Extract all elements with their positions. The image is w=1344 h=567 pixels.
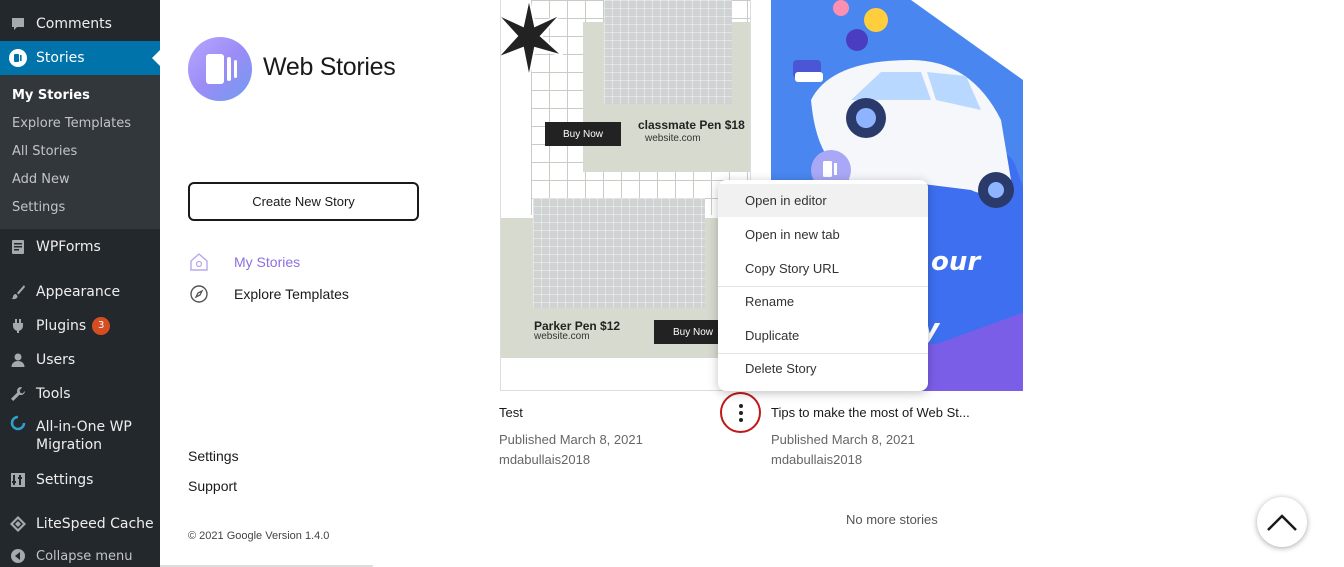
sidebar-item-litespeed-cache[interactable]: LiteSpeed Cache [0,510,160,538]
sidebar-item-users[interactable]: Users [0,346,160,374]
product-name: classmate Pen $18 [638,118,745,132]
create-new-story-button[interactable]: Create New Story [188,182,419,221]
product-site: website.com [534,331,590,342]
story-published-date: Published March 8, 2021 [771,432,915,447]
sidebar-item-label: WPForms [36,239,101,255]
sparkle-graphic [501,0,564,79]
product-site: website.com [645,133,701,144]
cover-text: our [931,247,982,277]
no-more-stories-text: No more stories [846,512,938,527]
submenu-item-explore-templates[interactable]: Explore Templates [12,116,131,131]
nav-label: My Stories [234,254,301,270]
product-photo [533,198,705,308]
submenu-item-my-stories[interactable]: My Stories [12,88,90,103]
sidebar-item-label: Plugins [36,318,87,334]
story-author: mdabullais2018 [499,452,591,467]
nav-my-stories[interactable]: My Stories [188,251,300,273]
nav-explore-templates[interactable]: Explore Templates [188,283,349,305]
menu-item-copy-story-url[interactable]: Copy Story URL [718,252,928,285]
sidebar-item-label: Appearance [36,284,121,300]
support-link[interactable]: Support [188,478,237,494]
compass-icon [188,283,210,305]
plugin-icon [9,317,27,335]
brand-title: Web Stories [263,53,396,81]
chevron-up-icon [1267,514,1297,531]
story-published-date: Published March 8, 2021 [499,432,643,447]
submenu-item-settings[interactable]: Settings [12,200,65,215]
sidebar-item-comments[interactable]: Comments [0,10,160,38]
sidebar-item-label: All-in-One WP Migration [36,419,132,453]
sidebar-item-label: Tools [36,386,71,402]
sidebar-item-stories[interactable]: Stories [0,41,160,75]
sidebar-item-label: LiteSpeed Cache [36,516,154,532]
comment-icon [9,15,27,33]
menu-item-duplicate[interactable]: Duplicate [718,319,928,352]
scroll-to-top-button[interactable] [1257,497,1307,547]
sidebar-item-label: Users [36,352,76,368]
copyright-text: © 2021 Google Version 1.4.0 [188,530,330,542]
stories-icon [9,49,27,67]
submenu-item-add-new[interactable]: Add New [12,172,70,187]
sidebar-item-label: Stories [36,50,85,66]
sidebar-item-settings[interactable]: Settings [0,466,160,494]
more-vertical-icon [738,403,743,422]
menu-item-open-in-editor[interactable]: Open in editor [718,184,928,217]
home-icon [188,251,210,273]
migration-icon [9,414,27,432]
web-stories-logo [188,37,252,101]
stories-submenu: My Stories Explore Templates All Stories… [0,75,160,229]
sidebar-item-appearance[interactable]: Appearance [0,278,160,306]
settings-link[interactable]: Settings [188,448,239,464]
brush-icon [9,283,27,301]
story-title[interactable]: Test [499,405,523,420]
collapse-icon [9,547,27,565]
wrench-icon [9,385,27,403]
wp-admin-sidebar: Comments Stories My Stories Explore Temp… [0,0,160,567]
sidebar-item-label: Settings [36,472,94,488]
story-card-thumbnail[interactable]: Buy Now classmate Pen $18 website.com Pa… [500,0,751,391]
nav-label: Explore Templates [234,286,349,302]
story-author: mdabullais2018 [771,452,863,467]
page: Comments Stories My Stories Explore Temp… [0,0,1344,567]
menu-item-delete-story[interactable]: Delete Story [718,352,928,385]
sidebar-item-label: Collapse menu [36,548,133,564]
menu-item-open-in-new-tab[interactable]: Open in new tab [718,218,928,251]
menu-item-rename[interactable]: Rename [718,285,928,318]
collapse-menu-button[interactable]: Collapse menu [0,544,160,567]
sidebar-item-plugins[interactable]: Plugins 3 [0,312,160,340]
story-more-options-button[interactable] [720,392,761,433]
settings-icon [9,471,27,489]
wpforms-icon [9,238,27,256]
update-count-badge: 3 [92,317,111,335]
sidebar-item-all-in-one-wp-migration[interactable]: All-in-One WP Migration [0,415,160,456]
story-title[interactable]: Tips to make the most of Web St... [771,405,970,420]
sidebar-item-tools[interactable]: Tools [0,380,160,408]
buy-now-label: Buy Now [545,122,621,146]
diamond-icon [9,515,27,533]
product-photo [604,0,732,104]
submenu-item-all-stories[interactable]: All Stories [12,144,77,159]
story-context-menu: Open in editor Open in new tab Copy Stor… [718,180,928,391]
sidebar-item-label: Comments [36,16,112,32]
users-icon [9,351,27,369]
sidebar-item-wpforms[interactable]: WPForms [0,233,160,261]
